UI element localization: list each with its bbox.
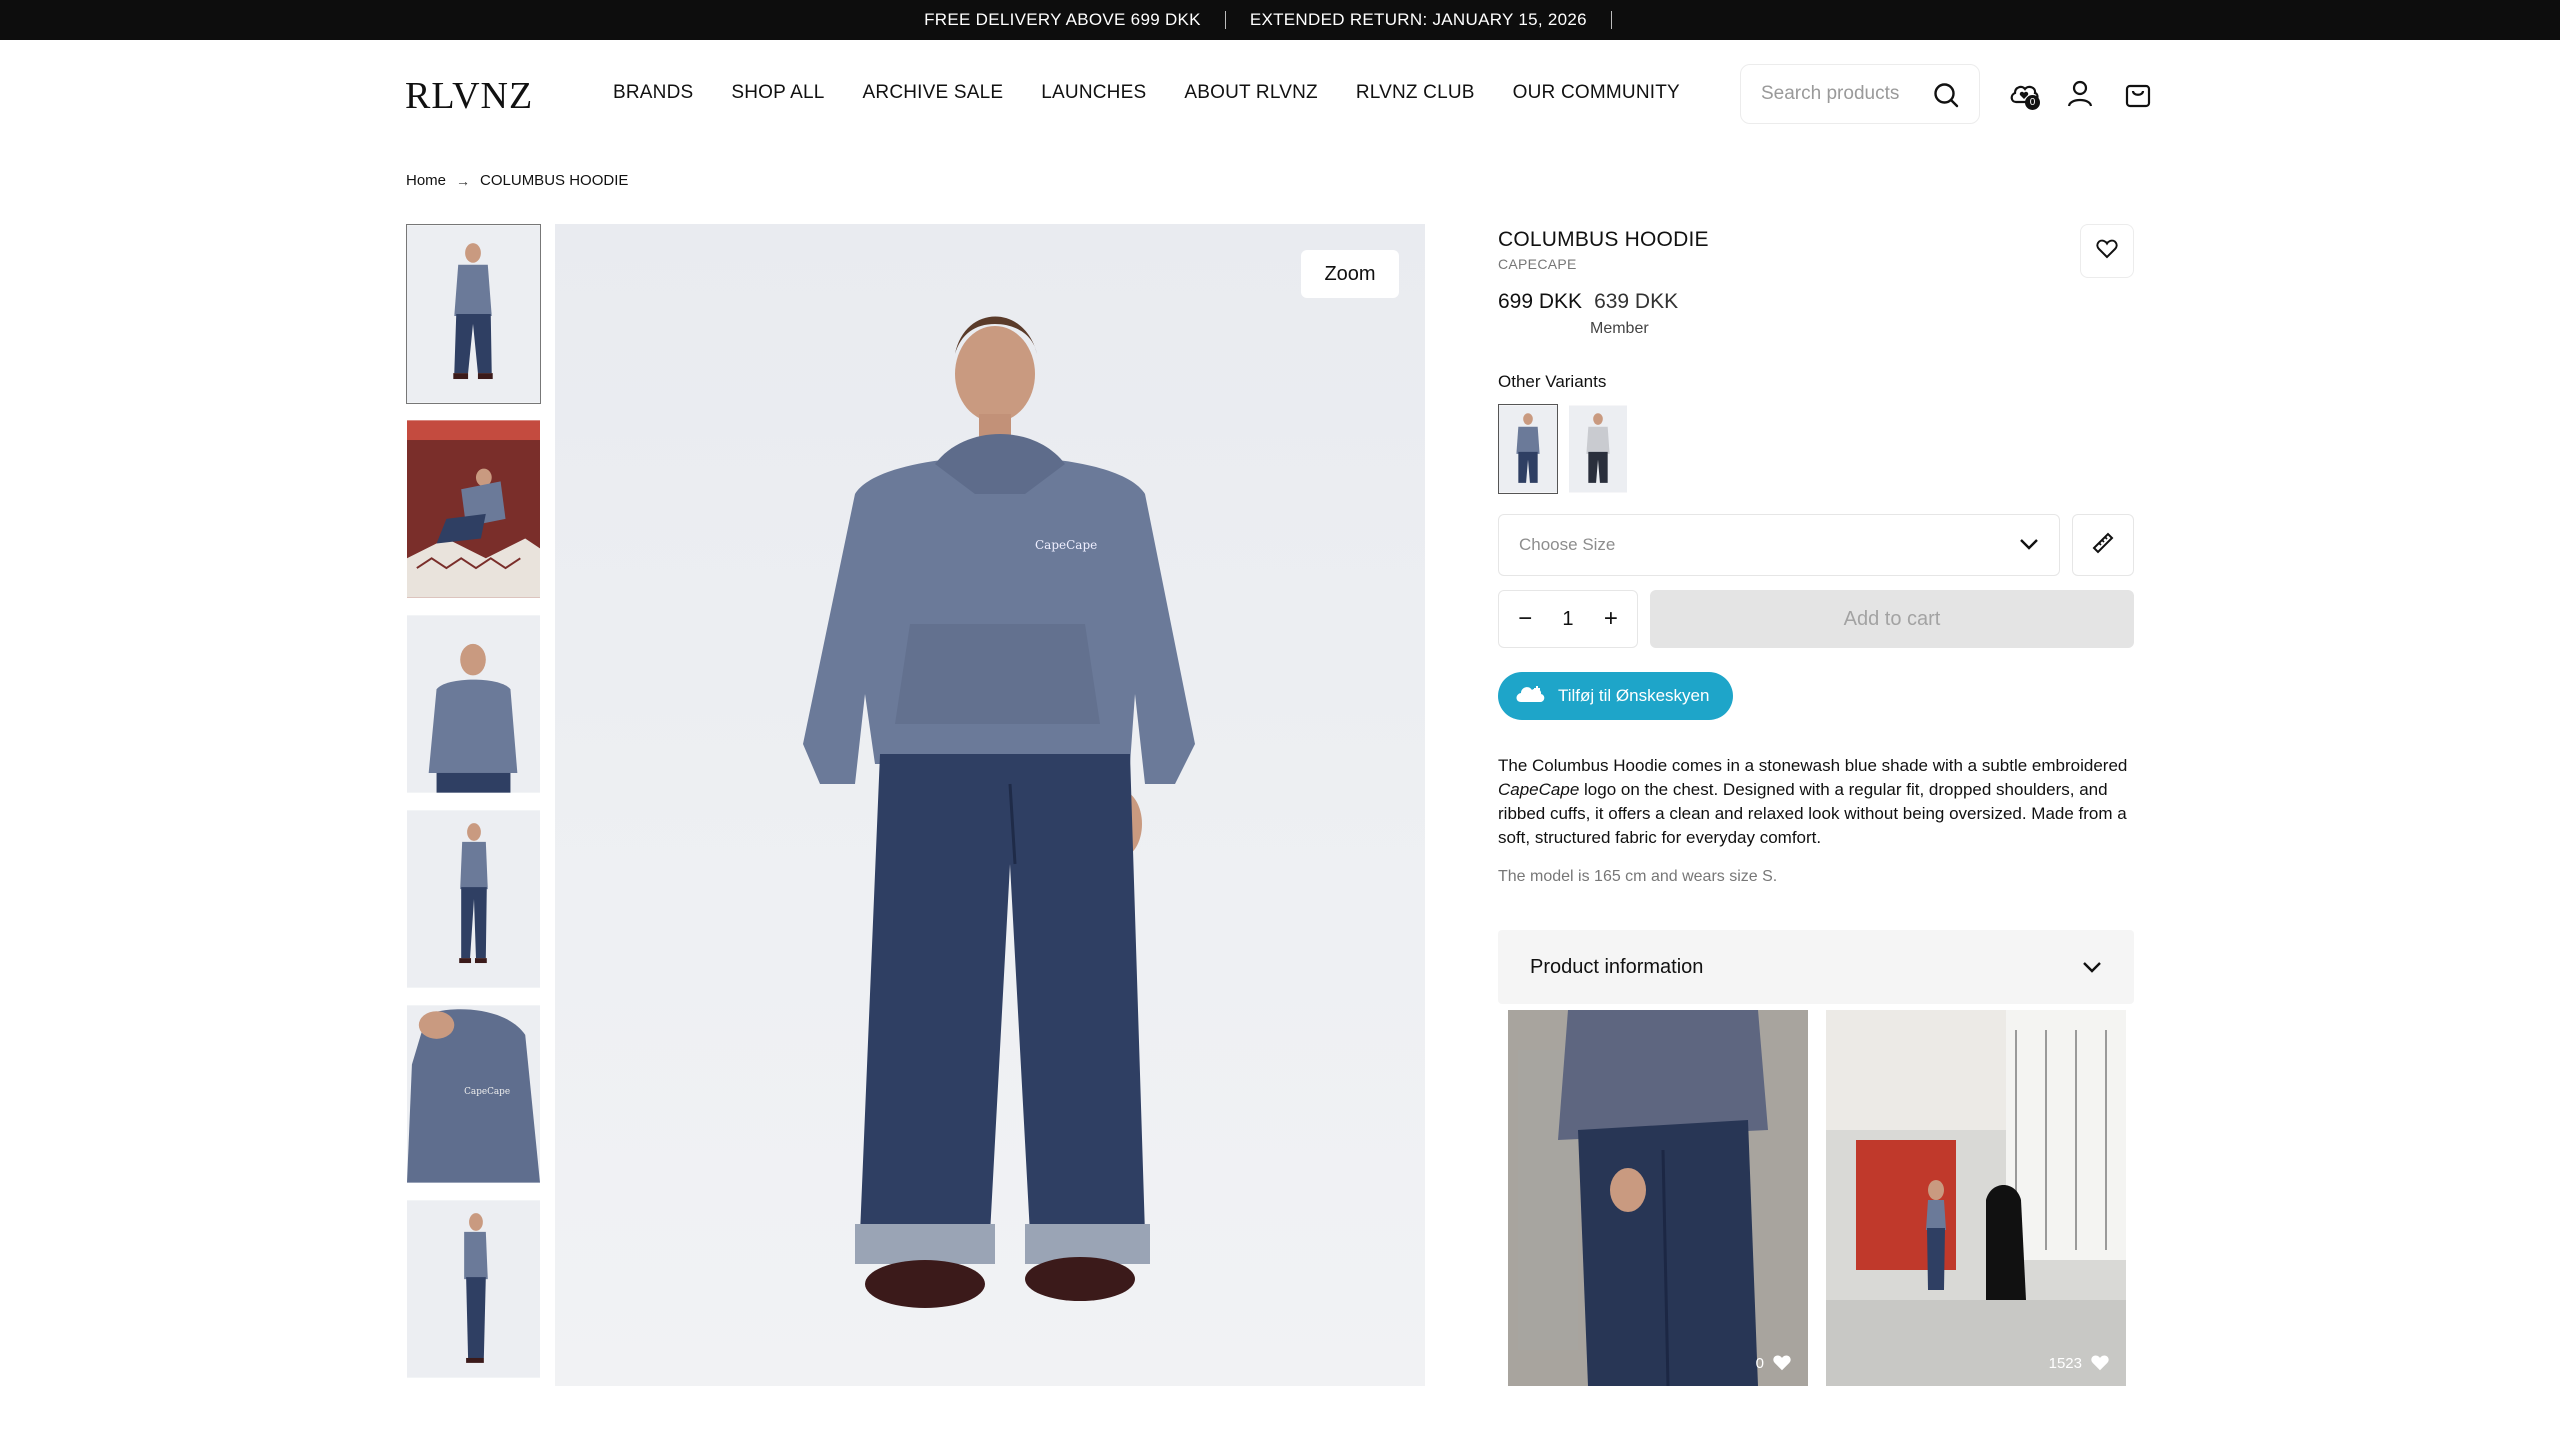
user-icon [2067, 80, 2093, 113]
ruler-icon [2091, 531, 2115, 560]
member-price: 639 DKK [1594, 290, 1679, 313]
variant-list [1498, 404, 2134, 494]
description-text-2: logo on the chest. Designed with a regul… [1498, 780, 2127, 847]
plus-icon[interactable]: + [1596, 604, 1626, 634]
ugc-card-1[interactable]: 0 [1508, 1010, 1808, 1386]
breadcrumb: Home → COLUMBUS HOODIE [406, 172, 628, 189]
breadcrumb-current: COLUMBUS HOODIE [480, 172, 629, 189]
regular-price: 699 DKK [1498, 290, 1583, 313]
nav-item-archive-sale[interactable]: ARCHIVE SALE [863, 82, 1004, 104]
extended-return-text: EXTENDED RETURN: JANUARY 15, 2026 [1249, 10, 1587, 29]
heart-icon[interactable] [1772, 1354, 1792, 1372]
thumbnail-list: CapeCape [406, 224, 541, 1394]
chevron-down-icon [2019, 535, 2039, 555]
ugc-like-count: 0 [1755, 1354, 1764, 1372]
announcement-divider [1224, 11, 1226, 29]
variant-grey[interactable] [1568, 404, 1628, 494]
free-delivery-text: FREE DELIVERY ABOVE 699 DKK [924, 10, 1201, 29]
wishlist-count-badge: 0 [2025, 95, 2040, 110]
product-brand[interactable]: CAPECAPE [1498, 256, 2134, 272]
minus-icon[interactable]: − [1510, 604, 1540, 634]
add-to-cart-button[interactable]: Add to cart [1650, 590, 2134, 648]
thumbnail-2[interactable] [406, 419, 541, 599]
heart-icon[interactable] [2090, 1354, 2110, 1372]
heart-icon [2096, 239, 2118, 264]
size-placeholder: Choose Size [1519, 535, 1616, 554]
nav-item-community[interactable]: OUR COMMUNITY [1513, 82, 1680, 104]
main-product-image[interactable]: CapeCape Zoom [555, 224, 1425, 1386]
zoom-button[interactable]: Zoom [1301, 250, 1399, 298]
wishlist-button[interactable]: 0 [2008, 80, 2040, 112]
thumbnail-6[interactable] [406, 1199, 541, 1379]
thumbnail-1[interactable] [406, 224, 541, 404]
accordion-label: Product information [1530, 955, 1704, 978]
announcement-divider [1610, 11, 1612, 29]
ugc-like-count: 1523 [2048, 1354, 2082, 1372]
variants-label: Other Variants [1498, 372, 1607, 391]
cart-button[interactable] [2122, 80, 2154, 112]
nav-item-club[interactable]: RLVNZ CLUB [1356, 82, 1475, 104]
product-information-accordion[interactable]: Product information [1498, 930, 2134, 1004]
search-icon[interactable] [1933, 82, 1959, 113]
search-box [1740, 64, 1980, 124]
nav-item-brands[interactable]: BRANDS [613, 82, 693, 104]
cloud-icon [1514, 682, 1546, 711]
model-photo: CapeCape [803, 316, 1195, 1308]
thumbnail-5[interactable]: CapeCape [406, 1004, 541, 1184]
product-title: COLUMBUS HOODIE [1498, 228, 1709, 251]
nav-item-about[interactable]: ABOUT RLVNZ [1184, 82, 1317, 104]
wishcloud-button[interactable]: Tilføj til Ønskeskyen [1498, 672, 1734, 720]
chevron-down-icon [2082, 956, 2102, 979]
wishcloud-label: Tilføj til Ønskeskyen [1558, 686, 1710, 705]
description-text-1: The Columbus Hoodie comes in a stonewash… [1498, 756, 2128, 775]
quantity-value[interactable]: 1 [1562, 608, 1573, 631]
price-row: 699 DKK 639 DKK [1498, 290, 2134, 314]
size-guide-button[interactable] [2072, 514, 2134, 576]
main-nav: BRANDS SHOP ALL ARCHIVE SALE LAUNCHES AB… [613, 82, 1718, 104]
shopping-bag-icon [2124, 80, 2152, 113]
product-info: COLUMBUS HOODIE CAPECAPE 699 DKK 639 DKK… [1498, 224, 2134, 1386]
model-info: The model is 165 cm and wears size S. [1498, 868, 1778, 885]
search-input[interactable] [1761, 83, 1921, 105]
thumbnail-4[interactable] [406, 809, 541, 989]
account-button[interactable] [2064, 80, 2096, 112]
cart-row: − 1 + Add to cart [1498, 590, 2134, 648]
arrow-right-icon: → [456, 172, 471, 189]
svg-text:CapeCape: CapeCape [464, 1087, 510, 1097]
nav-item-shop-all[interactable]: SHOP ALL [731, 82, 824, 104]
variant-blue[interactable] [1498, 404, 1558, 494]
ugc-like-1: 0 [1756, 1354, 1792, 1372]
ugc-gallery: 0 1523 [1508, 1010, 2134, 1386]
thumbnail-3[interactable] [406, 614, 541, 794]
nav-item-launches[interactable]: LAUNCHES [1041, 82, 1146, 104]
size-select[interactable]: Choose Size [1498, 514, 2060, 576]
svg-text:CapeCape: CapeCape [1035, 538, 1097, 552]
size-row: Choose Size [1498, 514, 2134, 576]
site-header: RLVNZ BRANDS SHOP ALL ARCHIVE SALE LAUNC… [0, 40, 2560, 150]
description-brand: CapeCape [1498, 780, 1580, 799]
announcement-bar: FREE DELIVERY ABOVE 699 DKK EXTENDED RET… [0, 0, 2560, 40]
member-label: Member [1590, 320, 1649, 337]
ugc-like-2: 1523 [2049, 1354, 2110, 1372]
product-description: The Columbus Hoodie comes in a stonewash… [1498, 754, 2134, 850]
breadcrumb-home[interactable]: Home [406, 172, 446, 189]
ugc-card-2[interactable]: 1523 [1826, 1010, 2126, 1386]
site-logo[interactable]: RLVNZ [405, 74, 533, 118]
add-to-wishlist-button[interactable] [2080, 224, 2134, 278]
quantity-stepper: − 1 + [1498, 590, 1638, 648]
